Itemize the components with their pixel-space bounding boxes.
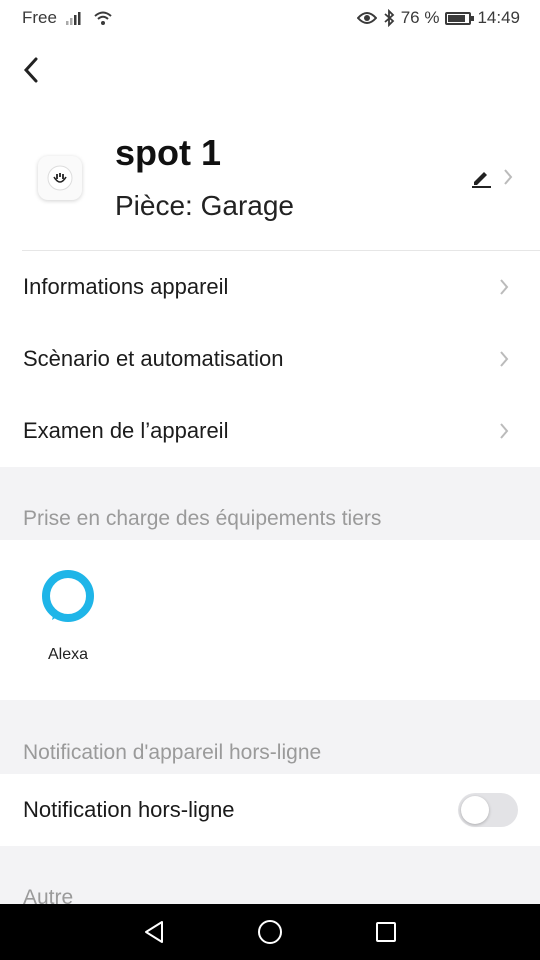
status-bar: Free 76 % 14:49 — [0, 0, 540, 36]
third-party-services: Alexa — [0, 540, 540, 700]
chevron-left-icon — [23, 57, 38, 83]
smart-plug-icon — [38, 156, 82, 200]
device-room: Pièce: Garage — [115, 190, 294, 221]
chevron-right-icon — [500, 423, 509, 439]
signal-icon — [65, 12, 81, 25]
back-triangle-icon[interactable] — [142, 919, 166, 945]
status-left: Free — [22, 8, 113, 28]
alexa-service[interactable]: Alexa — [36, 568, 100, 668]
menu-item-device-check[interactable]: Examen de l’appareil — [0, 395, 540, 467]
wifi-icon — [94, 11, 112, 25]
device-name: spot 1 — [115, 132, 222, 173]
offline-notification-toggle[interactable] — [458, 793, 518, 827]
alexa-icon — [42, 570, 94, 622]
menu-item-device-info[interactable]: Informations appareil — [0, 251, 540, 323]
section-title: Notification d'appareil hors-ligne — [23, 741, 322, 764]
system-nav-bar — [0, 904, 540, 960]
edit-device-button[interactable] — [470, 162, 520, 192]
chevron-right-icon — [500, 351, 509, 367]
pencil-icon — [472, 172, 491, 188]
status-right: 76 % 14:49 — [356, 8, 520, 28]
chevron-right-icon — [500, 279, 509, 295]
menu-item-label: Examen de l’appareil — [23, 418, 229, 443]
battery-icon — [445, 11, 475, 25]
offline-notification-row: Notification hors-ligne — [0, 774, 540, 846]
section-title: Autre — [23, 886, 74, 904]
chevron-right-icon — [504, 169, 513, 185]
offline-notification-label: Notification hors-ligne — [23, 797, 235, 822]
menu-item-scenario-automation[interactable]: Scènario et automatisation — [0, 323, 540, 395]
bluetooth-icon — [384, 9, 395, 27]
battery-percent: 76 % — [400, 8, 440, 27]
eye-icon — [356, 12, 377, 24]
section-header-other: Autre — [0, 846, 540, 904]
recent-square-icon[interactable] — [374, 920, 398, 944]
clock: 14:49 — [477, 8, 520, 27]
section-header-offline: Notification d'appareil hors-ligne — [0, 700, 540, 774]
section-header-third-party: Prise en charge des équipements tiers — [0, 467, 540, 540]
carrier-label: Free — [22, 8, 57, 27]
home-circle-icon[interactable] — [256, 918, 284, 946]
menu-item-label: Informations appareil — [23, 274, 229, 299]
alexa-label: Alexa — [47, 646, 89, 663]
menu-item-label: Scènario et automatisation — [23, 346, 284, 371]
toggle-knob — [461, 796, 489, 824]
back-button[interactable] — [22, 50, 62, 90]
device-header[interactable]: spot 1 Pièce: Garage — [0, 118, 540, 250]
section-title: Prise en charge des équipements tiers — [23, 507, 382, 530]
